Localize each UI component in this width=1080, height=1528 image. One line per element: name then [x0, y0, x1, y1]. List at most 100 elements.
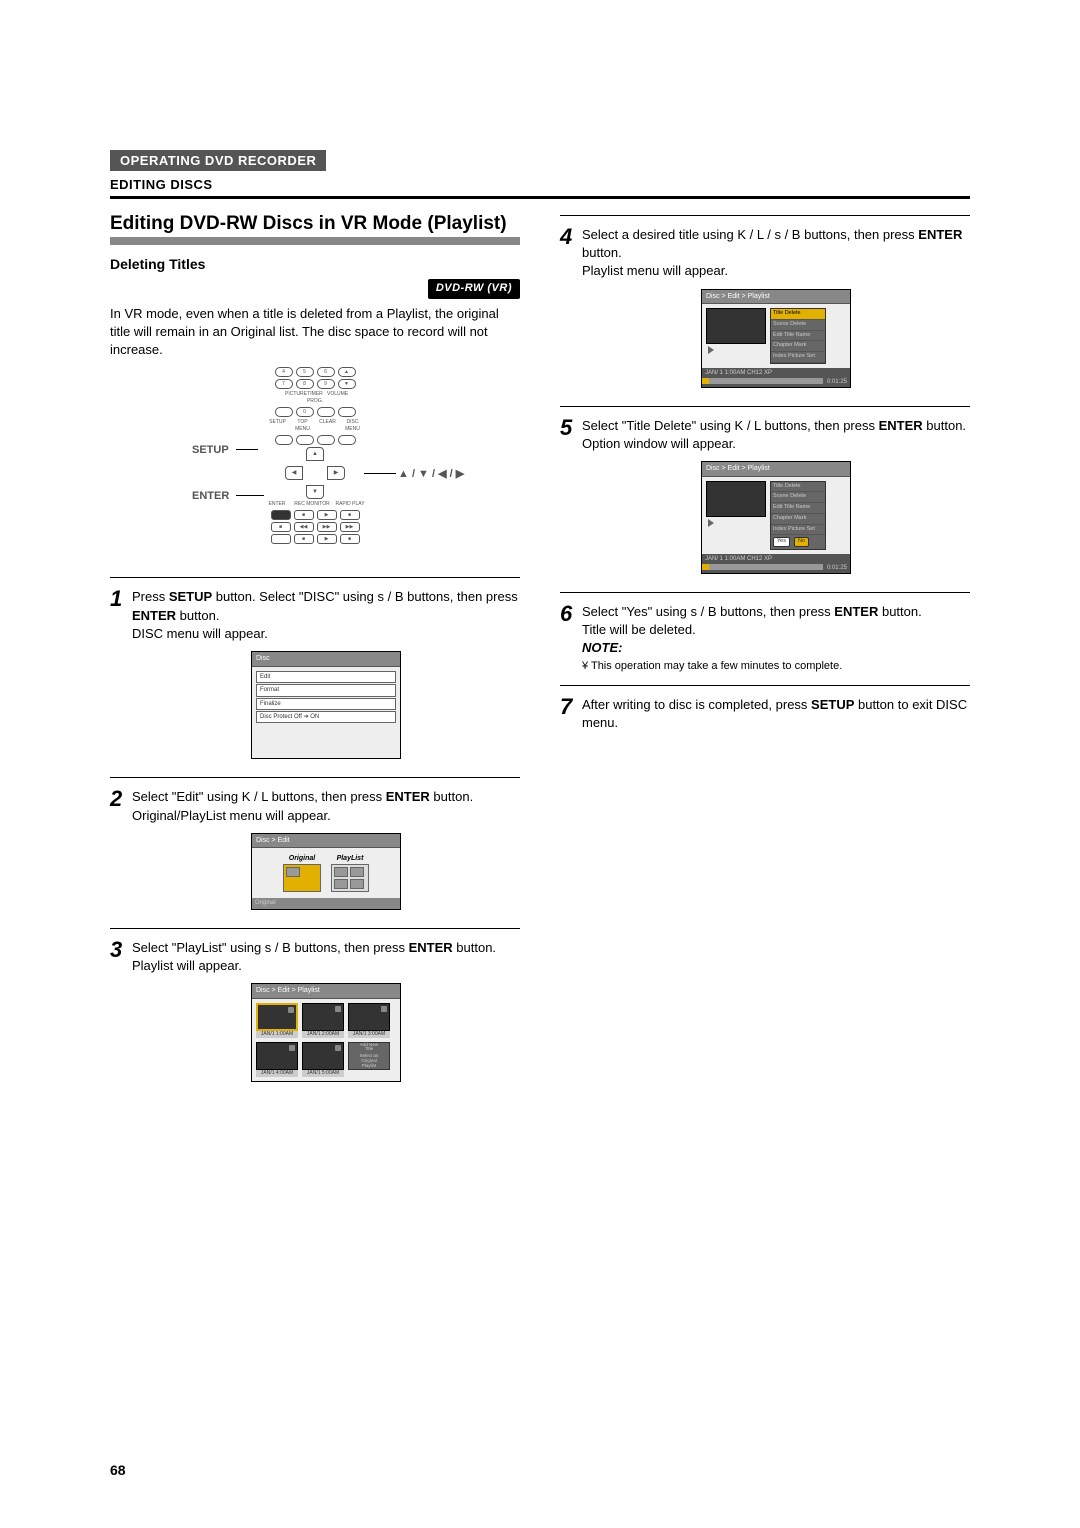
progress-bar: [702, 378, 823, 384]
topmenu-button[interactable]: [296, 435, 314, 445]
step-6: 6 Select "Yes" using s / B buttons, then…: [560, 603, 970, 675]
skip-fwd-button[interactable]: ▶▶: [340, 522, 360, 532]
step6-result: Title will be deleted.: [582, 621, 970, 639]
setup-label: SETUP: [267, 419, 289, 433]
enter-callout: ENTER: [192, 489, 229, 504]
step-2: 2 Select "Edit" using K / L buttons, the…: [110, 788, 520, 917]
progress-bar: [702, 564, 823, 570]
yes-button[interactable]: Yes: [773, 537, 790, 547]
topmenu-label: TOP MENU: [292, 419, 314, 433]
add-new-title[interactable]: Add New Title Select an Original Playlis…: [348, 1042, 390, 1070]
menu-item[interactable]: Index Picture Set: [771, 352, 825, 363]
progress-time: 0:01:25: [827, 378, 850, 386]
volume-button[interactable]: [338, 407, 356, 417]
step-separator: [110, 777, 520, 778]
menu-item[interactable]: Scene Delete: [771, 492, 825, 503]
status-row: JAN/ 1 1:00AM CH12 XP: [702, 554, 850, 564]
step-4: 4 Select a desired title using K / L / s…: [560, 226, 970, 396]
rec2-button[interactable]: [271, 534, 291, 544]
step-separator: [110, 577, 520, 578]
num-9-button[interactable]: 9: [317, 379, 335, 389]
menu-item[interactable]: Chapter Mark: [771, 341, 825, 352]
setup-line: [236, 449, 258, 450]
original-tab[interactable]: Original: [283, 854, 321, 892]
step-number: 2: [110, 788, 132, 917]
dpad-down[interactable]: ▼: [306, 485, 324, 499]
menu-item[interactable]: Edit Title Name: [771, 331, 825, 342]
pause-button[interactable]: ■: [294, 510, 314, 520]
rew-button[interactable]: ◀◀: [294, 522, 314, 532]
step-number: 6: [560, 603, 582, 675]
setup-button[interactable]: [275, 435, 293, 445]
stop2-button[interactable]: ■: [340, 534, 360, 544]
ff-button[interactable]: ▶▶: [317, 522, 337, 532]
menu-item[interactable]: Edit Title Name: [771, 503, 825, 514]
title-thumb[interactable]: [348, 1003, 390, 1031]
discmenu-button[interactable]: [338, 435, 356, 445]
step-separator: [560, 685, 970, 686]
step-1: 1 Press SETUP button. Select "DISC" usin…: [110, 588, 520, 767]
step-5: 5 Select "Title Delete" using K / L butt…: [560, 417, 970, 582]
menu-item[interactable]: Chapter Mark: [771, 514, 825, 525]
step4-result: Playlist menu will appear.: [582, 262, 970, 280]
num-8-button[interactable]: 8: [296, 379, 314, 389]
num-0-button[interactable]: 0: [296, 407, 314, 417]
option-window-screenshot: Disc > Edit > Playlist Title Delete Scen…: [701, 461, 851, 574]
timer-button[interactable]: [317, 407, 335, 417]
menu-item[interactable]: Disc Protect Off ➔ ON: [256, 711, 396, 723]
pause2-button[interactable]: ■: [294, 534, 314, 544]
ss-footer: Original: [252, 898, 400, 908]
step-number: 5: [560, 417, 582, 582]
ss-title: Disc > Edit > Playlist: [702, 290, 850, 305]
menu-item[interactable]: Index Picture Set: [771, 525, 825, 536]
menu-item[interactable]: Edit: [256, 671, 396, 683]
num-6-button[interactable]: 6: [317, 367, 335, 377]
sub-title: Deleting Titles: [110, 255, 520, 275]
rec-button[interactable]: [271, 510, 291, 520]
step-separator: [560, 592, 970, 593]
menu-item[interactable]: Finalize: [256, 698, 396, 710]
ss-title: Disc: [252, 652, 400, 667]
num-4-button[interactable]: 4: [275, 367, 293, 377]
skip-back-button[interactable]: ■: [271, 522, 291, 532]
dpad-up[interactable]: ▲: [306, 447, 324, 461]
note-text: ¥ This operation may take a few minutes …: [582, 659, 970, 674]
play2-button[interactable]: ▶: [317, 534, 337, 544]
page-number: 68: [110, 1462, 126, 1478]
discmenu-label: DISC MENU: [342, 419, 364, 433]
dpad: ▲ ▼ ◀ ▶: [285, 447, 345, 499]
clear-button[interactable]: [317, 435, 335, 445]
num-5-button[interactable]: 5: [296, 367, 314, 377]
title-thumb[interactable]: [256, 1042, 298, 1070]
menu-item[interactable]: Title Delete: [771, 482, 825, 493]
channel-down-button[interactable]: ▼: [338, 379, 356, 389]
menu-item[interactable]: Title Delete: [771, 309, 825, 320]
picture-button[interactable]: [275, 407, 293, 417]
dpad-left[interactable]: ◀: [285, 466, 303, 480]
step-separator: [560, 406, 970, 407]
title-thumb[interactable]: [302, 1042, 344, 1070]
title-thumb[interactable]: [302, 1003, 344, 1031]
playlist-menu-screenshot: Disc > Edit > Playlist Title Delete Scen…: [701, 289, 851, 388]
progress-row: 0:01:25: [702, 378, 850, 386]
playlist-tab[interactable]: PlayList: [331, 854, 369, 892]
step-separator: [110, 928, 520, 929]
media-badge: DVD-RW (VR): [428, 279, 520, 298]
title-thumb[interactable]: [256, 1003, 298, 1031]
playlist-side-menu: Title Delete Scene Delete Edit Title Nam…: [770, 308, 826, 363]
channel-up-button[interactable]: ▲: [338, 367, 356, 377]
play-button[interactable]: ▶: [317, 510, 337, 520]
num-7-button[interactable]: 7: [275, 379, 293, 389]
menu-item[interactable]: Format: [256, 684, 396, 696]
play-icon: [708, 346, 714, 354]
step1-result: DISC menu will appear.: [132, 625, 520, 643]
right-column: 4 Select a desired title using K / L / s…: [560, 213, 970, 1090]
note-label: NOTE:: [582, 639, 970, 657]
menu-item[interactable]: Scene Delete: [771, 320, 825, 331]
dpad-right[interactable]: ▶: [327, 466, 345, 480]
ss-title: Disc > Edit > Playlist: [702, 462, 850, 477]
playlist-side-menu: Title Delete Scene Delete Edit Title Nam…: [770, 481, 826, 550]
stop-button[interactable]: ■: [340, 510, 360, 520]
no-button[interactable]: No: [794, 537, 809, 547]
picture-label: PICTURE: [285, 391, 303, 405]
